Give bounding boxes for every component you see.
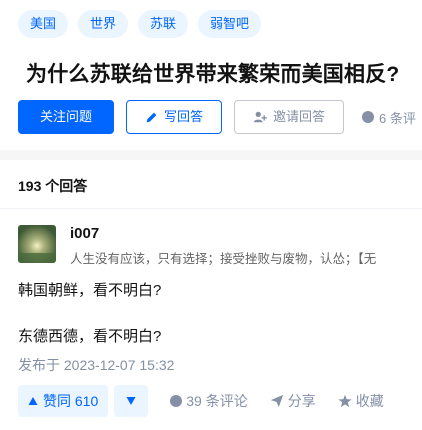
- write-answer-button[interactable]: 写回答: [126, 100, 222, 134]
- vote-down-button[interactable]: [114, 385, 149, 417]
- share-label: 分享: [287, 393, 316, 409]
- speech-bubble-icon: [362, 111, 374, 123]
- author-name[interactable]: i007: [70, 225, 99, 242]
- section-divider: [0, 150, 422, 160]
- comments-label: 39 条评论: [186, 393, 248, 409]
- avatar[interactable]: [18, 225, 56, 263]
- star-icon: [338, 394, 352, 408]
- vote-up-button[interactable]: 赞同 610: [18, 385, 109, 417]
- answer-paragraph: 东德西德，看不明白?: [18, 328, 162, 345]
- speech-bubble-icon: [170, 395, 183, 407]
- follow-question-label: 关注问题: [39, 109, 92, 124]
- invite-answer-label: 邀请回答: [272, 109, 325, 124]
- vote-up-label: 赞同 610: [43, 393, 99, 409]
- triangle-up-icon: [28, 397, 38, 405]
- comments-button[interactable]: 39 条评论: [170, 391, 248, 411]
- invite-answer-button[interactable]: 邀请回答: [234, 100, 344, 134]
- question-actions: 关注问题 写回答 邀请回答 6 条评: [18, 100, 416, 134]
- publish-time[interactable]: 发布于 2023-12-07 15:32: [18, 355, 174, 375]
- header-separator: [0, 208, 422, 209]
- write-answer-label: 写回答: [163, 109, 203, 124]
- paper-plane-icon: [270, 394, 283, 408]
- topic-tags: 美国 世界 苏联 弱智吧: [18, 10, 262, 38]
- topic-tag-ussr[interactable]: 苏联: [138, 10, 189, 38]
- comment-count-link[interactable]: 6 条评: [356, 100, 416, 134]
- question-title[interactable]: 为什么苏联给世界带来繁荣而美国相反?: [26, 58, 422, 88]
- collect-button[interactable]: 收藏: [338, 391, 384, 411]
- comment-count-label: 6 条评: [379, 110, 416, 126]
- topic-tag-ruozhiba[interactable]: 弱智吧: [198, 10, 262, 38]
- triangle-down-icon: [126, 397, 136, 405]
- answer-action-bar: 赞同 610 39 条评论 分享 收藏: [18, 385, 384, 417]
- pencil-icon: [146, 112, 157, 122]
- topic-tag-usa[interactable]: 美国: [18, 10, 69, 38]
- answer-paragraph: 韩国朝鲜，看不明白?: [18, 282, 162, 299]
- topic-tag-world[interactable]: 世界: [78, 10, 129, 38]
- author-bio: 人生没有应该，只有选择；接受挫败与废物，认怂；【无: [70, 252, 377, 266]
- collect-label: 收藏: [355, 393, 384, 409]
- follow-question-button[interactable]: 关注问题: [18, 100, 114, 134]
- avatar-image: [18, 225, 56, 263]
- answer-count: 193 个回答: [18, 178, 88, 194]
- share-button[interactable]: 分享: [270, 391, 316, 411]
- person-plus-icon: [253, 111, 267, 123]
